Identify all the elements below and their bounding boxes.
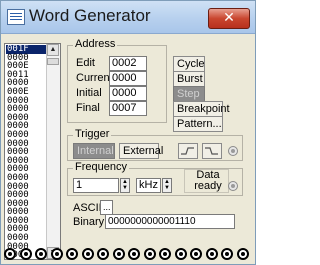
frequency-spinner[interactable]: ▲ ▼ — [120, 178, 130, 193]
current-address-field[interactable]: 0000 — [109, 71, 147, 86]
output-terminal-icon[interactable] — [50, 248, 63, 260]
rising-edge-icon — [181, 147, 194, 155]
ascii-field[interactable]: ... — [100, 200, 113, 215]
cycle-button[interactable]: Cycle — [173, 56, 205, 72]
data-ready-indicator — [228, 181, 238, 191]
frequency-unit-field[interactable]: kHz — [136, 178, 161, 193]
falling-edge-button[interactable] — [202, 143, 222, 159]
final-address-field[interactable]: 0007 — [109, 101, 147, 116]
frequency-value-field[interactable]: 1 — [73, 178, 119, 193]
output-terminal-icon[interactable] — [97, 248, 109, 260]
output-terminal-icon[interactable] — [159, 248, 171, 260]
trigger-group-label: Trigger — [73, 128, 112, 140]
external-trigger-button[interactable]: External — [119, 143, 163, 159]
pattern-button[interactable]: Pattern... — [173, 116, 223, 132]
scroll-up-button[interactable]: ▲ — [47, 44, 59, 56]
rising-edge-button[interactable] — [178, 143, 198, 159]
step-button[interactable]: Step — [173, 86, 205, 102]
app-icon — [7, 9, 25, 25]
current-label: Current — [76, 72, 113, 84]
word-generator-window: Word Generator ✕ 001F 0000 000E 0011 0000 000… — [0, 0, 256, 265]
close-icon: ✕ — [223, 10, 235, 26]
word-list[interactable]: 001F 0000 000E 0011 0000 000E 0000 0000 0000 0000… — [4, 43, 61, 260]
scroll-up-icon: ▲ — [49, 46, 57, 53]
data-ready-label: Data ready — [194, 169, 222, 192]
output-terminal-icon[interactable] — [174, 248, 187, 260]
output-terminal-icon[interactable] — [236, 248, 249, 260]
burst-button[interactable]: Burst — [173, 71, 205, 87]
final-label: Final — [76, 102, 100, 114]
output-terminal-icon[interactable] — [221, 248, 233, 260]
close-button[interactable]: ✕ — [208, 8, 250, 29]
output-terminal-icon[interactable] — [19, 248, 32, 260]
scroll-thumb[interactable] — [47, 58, 59, 65]
output-terminal-icon[interactable] — [81, 248, 94, 260]
output-terminal-icon[interactable] — [35, 248, 47, 260]
window-title: Word Generator — [29, 6, 151, 25]
internal-trigger-button[interactable]: Internal — [73, 143, 115, 159]
trigger-radio[interactable] — [228, 146, 238, 156]
list-scrollbar[interactable]: ▲ ▼ — [46, 44, 60, 259]
edit-label: Edit — [76, 57, 95, 69]
binary-label: Binary — [73, 216, 105, 228]
word-rows: 001F 0000 000E 0011 0000 000E 0000 0000 0000 0000… — [6, 45, 48, 260]
output-terminal-icon[interactable] — [66, 248, 78, 260]
breakpoint-button[interactable]: Breakpoint — [173, 101, 230, 117]
output-terminal-icon[interactable] — [190, 248, 202, 260]
address-group-label: Address — [73, 38, 118, 50]
initial-label: Initial — [76, 87, 102, 99]
frequency-group-label: Frequency — [73, 161, 129, 173]
output-terminals — [4, 248, 254, 264]
output-terminal-icon[interactable] — [205, 248, 218, 260]
initial-address-field[interactable]: 0000 — [109, 86, 147, 101]
unit-spinner[interactable]: ▲ ▼ — [162, 178, 172, 193]
edit-address-field[interactable]: 0002 — [109, 56, 147, 71]
output-terminal-icon[interactable] — [112, 248, 125, 260]
output-terminal-icon[interactable] — [128, 248, 140, 260]
binary-field[interactable]: 0000000000001110 — [105, 214, 235, 229]
falling-edge-icon — [205, 147, 218, 155]
output-terminal-icon[interactable] — [143, 248, 156, 260]
title-bar[interactable]: Word Generator ✕ — [1, 1, 255, 34]
ascii-label: ASCII — [73, 202, 102, 214]
output-terminal-icon[interactable] — [4, 248, 16, 260]
